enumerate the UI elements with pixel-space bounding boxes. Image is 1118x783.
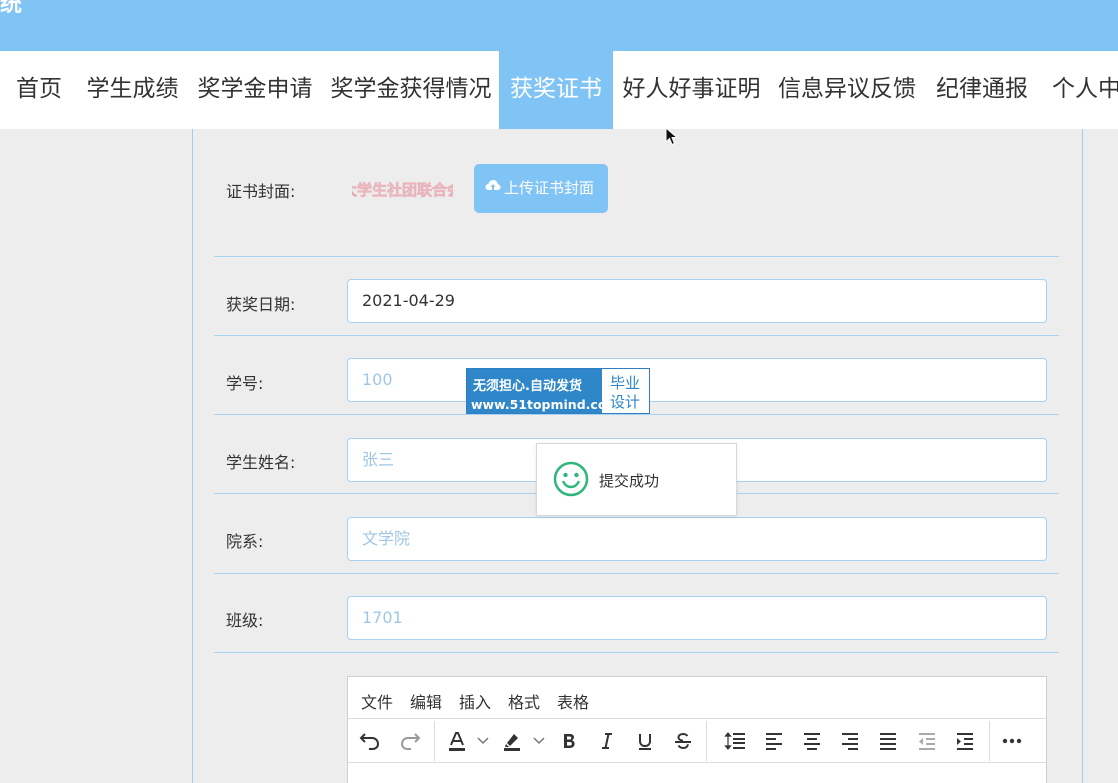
nav-item-student-grades[interactable]: 学生成绩 <box>80 51 185 129</box>
justify-icon[interactable] <box>875 729 901 753</box>
text-color-dropdown-chevron-down-icon[interactable] <box>474 729 492 753</box>
certificate-cover-image: 大学生社团联合会 <box>352 181 453 200</box>
align-left-icon[interactable] <box>761 729 787 753</box>
class-label: 班级: <box>226 611 264 630</box>
italic-icon[interactable] <box>594 729 620 753</box>
watermark-badge: 无须担心.自动发货 www.51topmind.com 毕业 设计 <box>466 368 650 414</box>
more-icon[interactable] <box>999 729 1025 753</box>
nav-item-feedback[interactable]: 信息异议反馈 <box>773 51 921 129</box>
toast-message: 提交成功 <box>599 472 660 490</box>
nav-item-award-certificates[interactable]: 获奖证书 <box>499 51 613 129</box>
toolbar-divider <box>989 721 990 761</box>
watermark-left-block: 无须担心.自动发货 www.51topmind.com <box>467 369 619 413</box>
underline-icon[interactable] <box>632 729 658 753</box>
menu-format[interactable]: 格式 <box>508 689 540 713</box>
success-toast: 提交成功 <box>536 443 737 516</box>
nav-item-home[interactable]: 首页 <box>6 51 72 129</box>
watermark-line1: 无须担心.自动发货 <box>473 379 582 394</box>
highlight-dropdown-chevron-down-icon[interactable] <box>530 729 548 753</box>
date-label: 获奖日期: <box>226 295 296 314</box>
indent-icon[interactable] <box>952 729 978 753</box>
class-input[interactable]: 1701 <box>347 596 1047 640</box>
department-label: 院系: <box>226 532 264 551</box>
upload-cover-button[interactable]: 上传证书封面 <box>474 164 608 213</box>
student-id-input[interactable]: 100 <box>347 358 1047 402</box>
department-input[interactable]: 文学院 <box>347 517 1047 561</box>
watermark-right-line1: 毕业 <box>610 374 641 392</box>
nav-item-discipline[interactable]: 纪律通报 <box>930 51 1034 129</box>
nav-item-good-deeds[interactable]: 好人好事证明 <box>620 51 763 129</box>
award-date-input[interactable]: 2021-04-29 <box>347 279 1047 323</box>
nav-item-profile[interactable]: 个人中心 <box>1046 51 1118 129</box>
top-header-bar: 统 <box>0 0 1118 51</box>
toolbar-divider <box>434 721 435 761</box>
cover-label: 证书封面: <box>226 182 296 201</box>
undo-icon[interactable] <box>357 729 383 753</box>
cover-image-text: 大学生社团联合会 <box>352 181 453 199</box>
smiley-success-icon <box>553 461 589 501</box>
rich-text-editor: 文件 编辑 插入 格式 表格 <box>347 676 1047 783</box>
watermark-right-line2: 设计 <box>610 393 641 411</box>
menu-edit[interactable]: 编辑 <box>410 689 442 713</box>
strikethrough-icon[interactable] <box>670 729 696 753</box>
form-row-cover <box>214 129 1059 257</box>
editor-menubar: 文件 编辑 插入 格式 表格 <box>348 677 1046 719</box>
align-center-icon[interactable] <box>799 729 825 753</box>
menu-file[interactable]: 文件 <box>361 689 393 713</box>
menu-insert[interactable]: 插入 <box>459 689 491 713</box>
student-name-label: 学生姓名: <box>226 453 296 472</box>
nav-item-scholarship-apply[interactable]: 奖学金申请 <box>192 51 318 129</box>
text-color-icon[interactable] <box>444 729 470 753</box>
mouse-cursor-icon <box>665 127 679 146</box>
menu-table[interactable]: 表格 <box>557 689 589 713</box>
align-right-icon[interactable] <box>837 729 863 753</box>
watermark-line2: www.51topmind.com <box>471 397 620 412</box>
redo-icon[interactable] <box>397 729 423 753</box>
student-id-label: 学号: <box>226 374 264 393</box>
main-navigation: 首页 学生成绩 奖学金申请 奖学金获得情况 获奖证书 好人好事证明 信息异议反馈… <box>0 51 1118 129</box>
nav-item-scholarship-results[interactable]: 奖学金获得情况 <box>326 51 496 129</box>
cloud-upload-icon <box>485 164 501 213</box>
upload-cover-label: 上传证书封面 <box>504 179 595 197</box>
outdent-icon[interactable] <box>914 729 940 753</box>
highlight-icon[interactable] <box>499 729 525 753</box>
line-height-icon[interactable] <box>722 729 748 753</box>
editor-toolbar <box>348 719 1046 763</box>
toolbar-divider <box>706 721 707 761</box>
site-title: 统 <box>0 0 23 17</box>
bold-icon[interactable] <box>556 729 582 753</box>
